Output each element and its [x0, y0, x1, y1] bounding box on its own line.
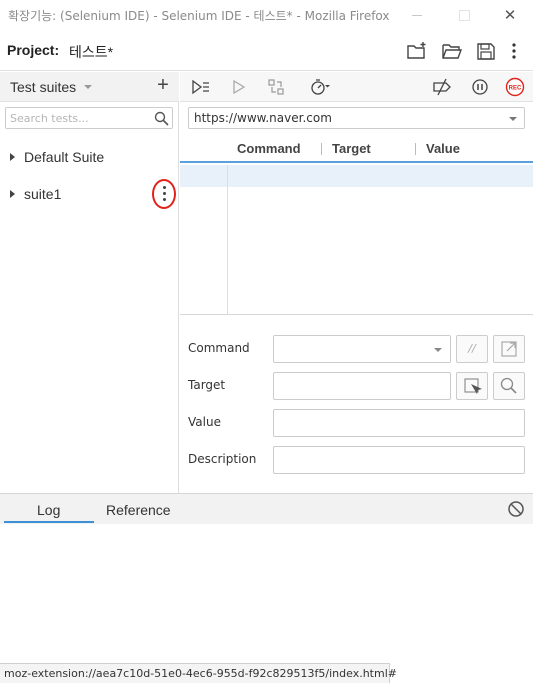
record-label: REC	[509, 86, 522, 92]
search-icon	[500, 377, 517, 394]
value-label: Value	[188, 415, 221, 429]
suite-more-options-button[interactable]	[152, 179, 176, 209]
column-divider	[415, 143, 416, 155]
description-input[interactable]	[273, 446, 525, 474]
clear-log-icon[interactable]	[507, 500, 525, 518]
chevron-down-icon[interactable]	[509, 117, 517, 121]
column-header-value: Value	[426, 141, 460, 156]
open-project-icon[interactable]	[441, 41, 463, 61]
base-url-dropdown[interactable]: https://www.naver.com	[188, 107, 525, 129]
command-label: Command	[188, 341, 250, 355]
run-toolbar: REC	[180, 72, 533, 102]
expand-arrow-icon[interactable]	[10, 190, 15, 198]
status-bar: moz-extension://aea7c10d-51e0-4ec6-955d-…	[0, 663, 397, 683]
command-table: Command Target Value	[180, 135, 533, 315]
suite-label[interactable]: Default Suite	[24, 149, 104, 165]
suite-item-default-suite[interactable]: Default Suite	[0, 146, 179, 170]
description-label: Description	[188, 452, 257, 466]
column-header-command: Command	[237, 141, 301, 156]
project-name[interactable]: 테스트*	[69, 42, 113, 62]
pause-on-exceptions-icon[interactable]	[469, 77, 491, 97]
base-url-value[interactable]: https://www.naver.com	[194, 111, 332, 125]
kebab-dot	[163, 192, 166, 195]
find-target-button[interactable]	[493, 372, 525, 400]
active-tab-indicator	[4, 521, 94, 523]
test-suites-sidebar: Test suites + Default Suite suite1	[0, 72, 179, 493]
add-suite-button[interactable]: +	[153, 74, 173, 97]
comment-toggle-button[interactable]: //	[456, 335, 488, 363]
window-title: 확장기능: (Selenium IDE) - Selenium IDE - 테스…	[8, 9, 390, 23]
sidebar-title-dropdown[interactable]: Test suites	[10, 79, 76, 95]
column-divider	[321, 143, 322, 155]
step-over-icon[interactable]	[265, 77, 287, 97]
external-link-icon	[501, 341, 517, 357]
open-reference-button[interactable]	[493, 335, 525, 363]
search-tests-box[interactable]	[5, 107, 173, 129]
project-label: Project:	[7, 42, 60, 58]
command-detail-form: Command // Target Value Description	[180, 315, 533, 493]
search-icon	[154, 111, 169, 126]
command-row-selected[interactable]	[180, 165, 533, 187]
command-table-header: Command Target Value	[180, 135, 533, 163]
select-element-icon	[464, 378, 482, 394]
minimize-button[interactable]	[407, 5, 427, 25]
speed-timer-icon[interactable]	[308, 77, 330, 97]
target-label: Target	[188, 378, 226, 392]
project-bar: Project: 테스트*	[0, 30, 533, 71]
select-target-button[interactable]	[456, 372, 488, 400]
more-vertical-icon[interactable]	[503, 41, 525, 61]
test-editor: REC https://www.naver.com Command Target…	[180, 72, 533, 493]
record-icon[interactable]: REC	[504, 77, 526, 97]
console-panel: Log Reference	[0, 493, 533, 663]
chevron-down-icon[interactable]	[84, 85, 92, 89]
tab-log[interactable]: Log	[37, 502, 60, 518]
chevron-down-icon[interactable]	[434, 348, 442, 352]
console-tabs: Log Reference	[0, 494, 533, 524]
kebab-dot	[163, 186, 166, 189]
run-current-test-icon[interactable]	[228, 77, 250, 97]
sidebar-header: Test suites +	[0, 72, 179, 102]
search-input[interactable]	[10, 110, 148, 126]
kebab-dot	[163, 198, 166, 201]
suite-item-suite1[interactable]: suite1	[0, 179, 179, 209]
target-input[interactable]	[273, 372, 451, 400]
maximize-button[interactable]	[454, 5, 474, 25]
status-url: moz-extension://aea7c10d-51e0-4ec6-955d-…	[4, 667, 397, 680]
command-select[interactable]	[273, 335, 451, 363]
suite-label[interactable]: suite1	[24, 186, 61, 202]
tab-reference[interactable]: Reference	[106, 502, 171, 518]
disable-breakpoints-icon[interactable]	[431, 77, 453, 97]
close-window-button[interactable]: ✕	[500, 5, 520, 25]
comment-label: //	[468, 342, 476, 355]
expand-arrow-icon[interactable]	[10, 153, 15, 161]
column-header-target: Target	[332, 141, 371, 156]
row-number-gutter	[227, 165, 228, 315]
save-project-icon[interactable]	[475, 41, 497, 61]
run-all-tests-icon[interactable]	[190, 77, 212, 97]
window-titlebar: 확장기능: (Selenium IDE) - Selenium IDE - 테스…	[0, 0, 533, 30]
new-project-icon[interactable]	[406, 41, 428, 61]
value-input[interactable]	[273, 409, 525, 437]
